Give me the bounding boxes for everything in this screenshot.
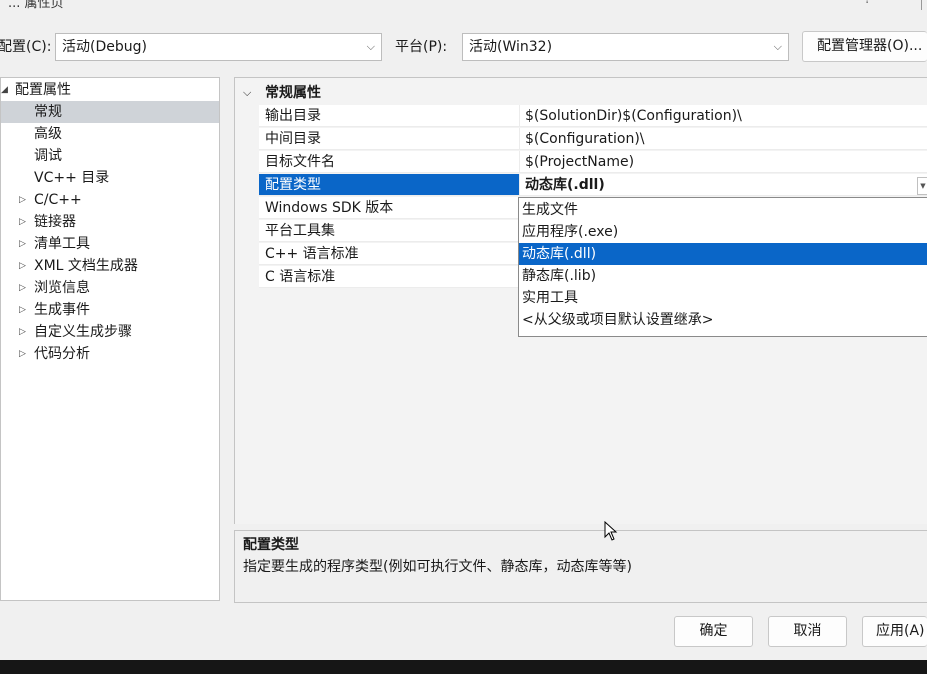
collapsed-arrow-icon[interactable]: ▷ — [19, 277, 26, 299]
row-gutter — [235, 243, 259, 265]
tree-item-label: 调试 — [34, 148, 62, 164]
tree-item-cpp[interactable]: ▷ C/C++ — [1, 189, 219, 211]
collapsed-arrow-icon[interactable]: ▷ — [19, 255, 26, 277]
chevron-down-icon[interactable]: ⌵ — [243, 82, 251, 104]
config-manager-button[interactable]: 配置管理器(O)... — [802, 31, 927, 62]
config-label: 配置(C): — [0, 39, 52, 55]
grid-category-label: 常规属性 — [265, 85, 321, 101]
grid-category[interactable]: ⌵ 常规属性 — [235, 82, 927, 104]
taskbar — [0, 660, 927, 674]
dropdown-option-exe[interactable]: 应用程序(.exe) — [519, 221, 927, 243]
property-name: C 语言标准 — [259, 266, 519, 288]
tree-item-vc-directories[interactable]: VC++ 目录 — [1, 167, 219, 189]
tree-item-label: 生成事件 — [34, 302, 90, 318]
grid-row-target-name[interactable]: 目标文件名 $(ProjectName) — [235, 151, 927, 173]
config-combo-value: 活动(Debug) — [62, 39, 147, 55]
chevron-down-icon: ⌵ — [366, 40, 375, 53]
property-name: Windows SDK 版本 — [259, 197, 519, 219]
tree-item-label: C/C++ — [34, 192, 82, 208]
description-panel: 配置类型 指定要生成的程序类型(例如可执行文件、静态库，动态库等等) — [234, 530, 927, 603]
tree-item-linker[interactable]: ▷ 链接器 — [1, 211, 219, 233]
property-value[interactable]: $(SolutionDir)$(Configuration)\ — [519, 105, 927, 127]
row-gutter — [235, 128, 259, 150]
collapsed-arrow-icon[interactable]: ▷ — [19, 343, 26, 365]
tree-item-xml-doc-generator[interactable]: ▷ XML 文档生成器 — [1, 255, 219, 277]
config-combo[interactable]: 活动(Debug) ⌵ — [55, 33, 382, 61]
property-name: 输出目录 — [259, 105, 519, 127]
tree-item-browse-info[interactable]: ▷ 浏览信息 — [1, 277, 219, 299]
dropdown-option-dll[interactable]: 动态库(.dll) — [519, 243, 927, 265]
tree-item-general[interactable]: 常规 — [1, 101, 219, 123]
row-gutter — [235, 197, 259, 219]
description-text: 指定要生成的程序类型(例如可执行文件、静态库，动态库等等) — [243, 559, 632, 575]
grid-row-configuration-type[interactable]: 配置类型 动态库(.dll) ▼ — [235, 174, 927, 196]
tree-item-label: 常规 — [34, 104, 62, 120]
collapsed-arrow-icon[interactable]: ▷ — [19, 189, 26, 211]
tree-item-label: 高级 — [34, 126, 62, 142]
property-name: C++ 语言标准 — [259, 243, 519, 265]
collapsed-arrow-icon[interactable]: ▷ — [19, 233, 26, 255]
mouse-cursor-icon — [604, 521, 618, 541]
tree-item-advanced[interactable]: 高级 — [1, 123, 219, 145]
property-name: 平台工具集 — [259, 220, 519, 242]
property-name: 目标文件名 — [259, 151, 519, 173]
tree-item-manifest-tool[interactable]: ▷ 清单工具 — [1, 233, 219, 255]
property-value[interactable]: $(ProjectName) — [519, 151, 927, 173]
configuration-type-dropdown: 生成文件 应用程序(.exe) 动态库(.dll) 静态库(.lib) 实用工具… — [518, 197, 927, 337]
tree-item-custom-build-step[interactable]: ▷ 自定义生成步骤 — [1, 321, 219, 343]
tree-item-build-events[interactable]: ▷ 生成事件 — [1, 299, 219, 321]
apply-button[interactable]: 应用(A) — [862, 616, 927, 647]
tree-item-label: 代码分析 — [34, 346, 90, 362]
tree-item-label: 链接器 — [34, 214, 76, 230]
title-divider — [921, 0, 922, 10]
tree-item-label: XML 文档生成器 — [34, 258, 138, 274]
collapsed-arrow-icon[interactable]: ▷ — [19, 321, 26, 343]
grid-row-output-dir[interactable]: 输出目录 $(SolutionDir)$(Configuration)\ — [235, 105, 927, 127]
row-gutter — [235, 266, 259, 288]
collapsed-arrow-icon[interactable]: ▷ — [19, 299, 26, 321]
platform-combo[interactable]: 活动(Win32) ⌵ — [462, 33, 789, 61]
tree-item-label: 浏览信息 — [34, 280, 90, 296]
grid-row-intermediate-dir[interactable]: 中间目录 $(Configuration)\ — [235, 128, 927, 150]
row-gutter — [235, 105, 259, 127]
property-value[interactable]: 动态库(.dll) ▼ — [519, 174, 927, 196]
tree-item-label: 自定义生成步骤 — [34, 324, 132, 340]
row-gutter — [235, 174, 259, 196]
description-title: 配置类型 — [243, 537, 299, 553]
expanded-arrow-icon: ◢ — [1, 85, 8, 95]
tree-item-label: VC++ 目录 — [34, 170, 110, 186]
title-bar: ... 属性页 ? — [0, 0, 927, 10]
dropdown-option-makefile[interactable]: 生成文件 — [519, 199, 927, 221]
dropdown-option-inherit[interactable]: <从父级或项目默认设置继承> — [519, 309, 927, 331]
dropdown-arrow-icon[interactable]: ▼ — [917, 177, 927, 195]
platform-combo-value: 活动(Win32) — [469, 39, 553, 55]
property-tree: ◢ 配置属性 常规 高级 调试 VC++ 目录 ▷ C/C++ ▷ 链接器 ▷ … — [0, 77, 220, 601]
property-name: 中间目录 — [259, 128, 519, 150]
tree-item-code-analysis[interactable]: ▷ 代码分析 — [1, 343, 219, 365]
window-title: ... 属性页 — [8, 0, 64, 10]
tree-item-label: 清单工具 — [34, 236, 90, 252]
dropdown-option-utility[interactable]: 实用工具 — [519, 287, 927, 309]
tree-item-debugging[interactable]: 调试 — [1, 145, 219, 167]
property-value[interactable]: $(Configuration)\ — [519, 128, 927, 150]
property-value-text: 动态库(.dll) — [525, 177, 605, 193]
property-name: 配置类型 — [259, 174, 519, 196]
help-icon[interactable]: ? — [864, 0, 871, 7]
cancel-button[interactable]: 取消 — [768, 616, 847, 647]
row-gutter — [235, 220, 259, 242]
row-gutter — [235, 151, 259, 173]
chevron-down-icon: ⌵ — [773, 40, 782, 53]
collapsed-arrow-icon[interactable]: ▷ — [19, 211, 26, 233]
ok-button[interactable]: 确定 — [674, 616, 753, 647]
platform-label: 平台(P): — [395, 39, 448, 55]
tree-root-config-properties[interactable]: ◢ 配置属性 — [1, 79, 219, 101]
tree-root-label: 配置属性 — [15, 82, 71, 98]
dropdown-option-lib[interactable]: 静态库(.lib) — [519, 265, 927, 287]
